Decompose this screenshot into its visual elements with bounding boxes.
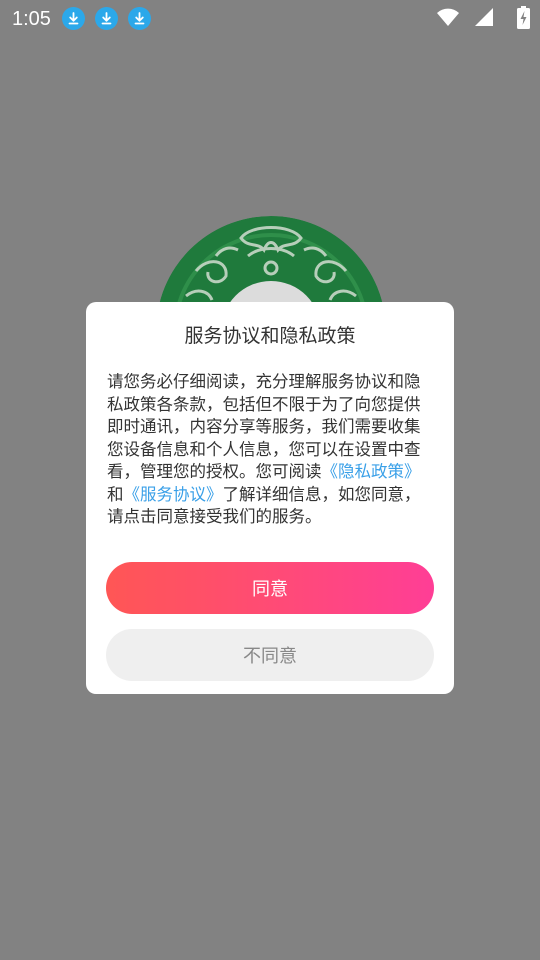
download-icon xyxy=(95,7,118,30)
status-bar: 1:05 xyxy=(0,0,540,36)
battery-charging-icon xyxy=(517,6,530,33)
signal-icon xyxy=(474,7,494,31)
privacy-dialog: 服务协议和隐私政策 请您务必仔细阅读，充分理解服务协议和隐私政策各条款，包括但不… xyxy=(86,302,454,694)
service-agreement-link[interactable]: 《服务协议》 xyxy=(124,485,223,504)
agree-button[interactable]: 同意 xyxy=(106,562,434,614)
disagree-button[interactable]: 不同意 xyxy=(106,629,434,681)
wifi-icon xyxy=(436,6,460,32)
body-text-conjunction: 和 xyxy=(107,484,124,504)
status-time: 1:05 xyxy=(12,8,51,30)
privacy-policy-link[interactable]: 《隐私政策》 xyxy=(322,462,421,481)
download-icon xyxy=(128,7,151,30)
dialog-body: 请您务必仔细阅读，充分理解服务协议和隐私政策各条款，包括但不限于为了向您提供即时… xyxy=(107,371,433,529)
download-icon xyxy=(62,7,85,30)
dialog-title: 服务协议和隐私政策 xyxy=(184,325,356,347)
